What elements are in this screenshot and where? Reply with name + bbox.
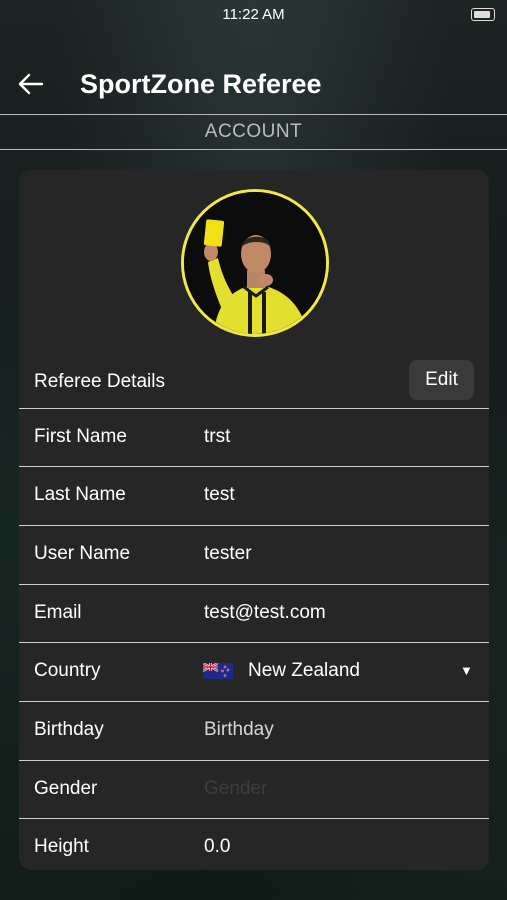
height-value[interactable]: 0.0: [204, 836, 230, 858]
section-title: ACCOUNT: [204, 121, 303, 142]
status-time: 11:22 AM: [222, 6, 285, 23]
back-arrow-icon[interactable]: [16, 70, 44, 98]
battery-icon: [471, 8, 495, 21]
birthday-label: Birthday: [34, 719, 104, 740]
first-name-label: First Name: [34, 426, 127, 447]
new-zealand-flag-icon: [203, 663, 233, 679]
birthday-field[interactable]: Birthday: [204, 719, 274, 741]
height-label: Height: [34, 836, 89, 857]
first-name-value[interactable]: trst: [204, 426, 230, 448]
divider: [0, 149, 507, 150]
dropdown-triangle-icon[interactable]: ▼: [460, 663, 473, 678]
app-title: SportZone Referee: [80, 69, 322, 99]
divider: [0, 114, 507, 115]
gender-label: Gender: [34, 778, 98, 799]
country-value[interactable]: New Zealand: [248, 660, 360, 682]
status-bar: 11:22 AM: [0, 0, 507, 28]
gender-row[interactable]: Gender Gender: [19, 760, 489, 819]
email-value[interactable]: test@test.com: [204, 602, 326, 624]
last-name-row[interactable]: Last Name test: [19, 466, 489, 525]
email-label: Email: [34, 602, 82, 623]
country-label: Country: [34, 660, 101, 681]
avatar[interactable]: [181, 189, 329, 337]
referee-details-label: Referee Details: [34, 371, 165, 392]
email-row[interactable]: Email test@test.com: [19, 584, 489, 643]
birthday-row[interactable]: Birthday Birthday: [19, 701, 489, 760]
edit-button[interactable]: Edit: [409, 360, 474, 400]
user-name-row[interactable]: User Name tester: [19, 525, 489, 584]
user-name-label: User Name: [34, 543, 131, 564]
referee-avatar-image: [184, 192, 326, 334]
referee-details-header: Referee Details Edit: [19, 358, 489, 408]
last-name-value[interactable]: test: [204, 484, 235, 506]
first-name-row[interactable]: First Name trst: [19, 408, 489, 467]
user-name-value[interactable]: tester: [204, 543, 252, 565]
profile-card: Referee Details Edit First Name trst Las…: [19, 170, 489, 870]
country-row[interactable]: Country New Zealand ▼: [19, 642, 489, 701]
gender-field[interactable]: Gender: [204, 778, 267, 800]
top-bar: SportZone Referee: [0, 60, 507, 110]
height-row[interactable]: Height 0.0: [19, 818, 489, 870]
last-name-label: Last Name: [34, 484, 126, 505]
